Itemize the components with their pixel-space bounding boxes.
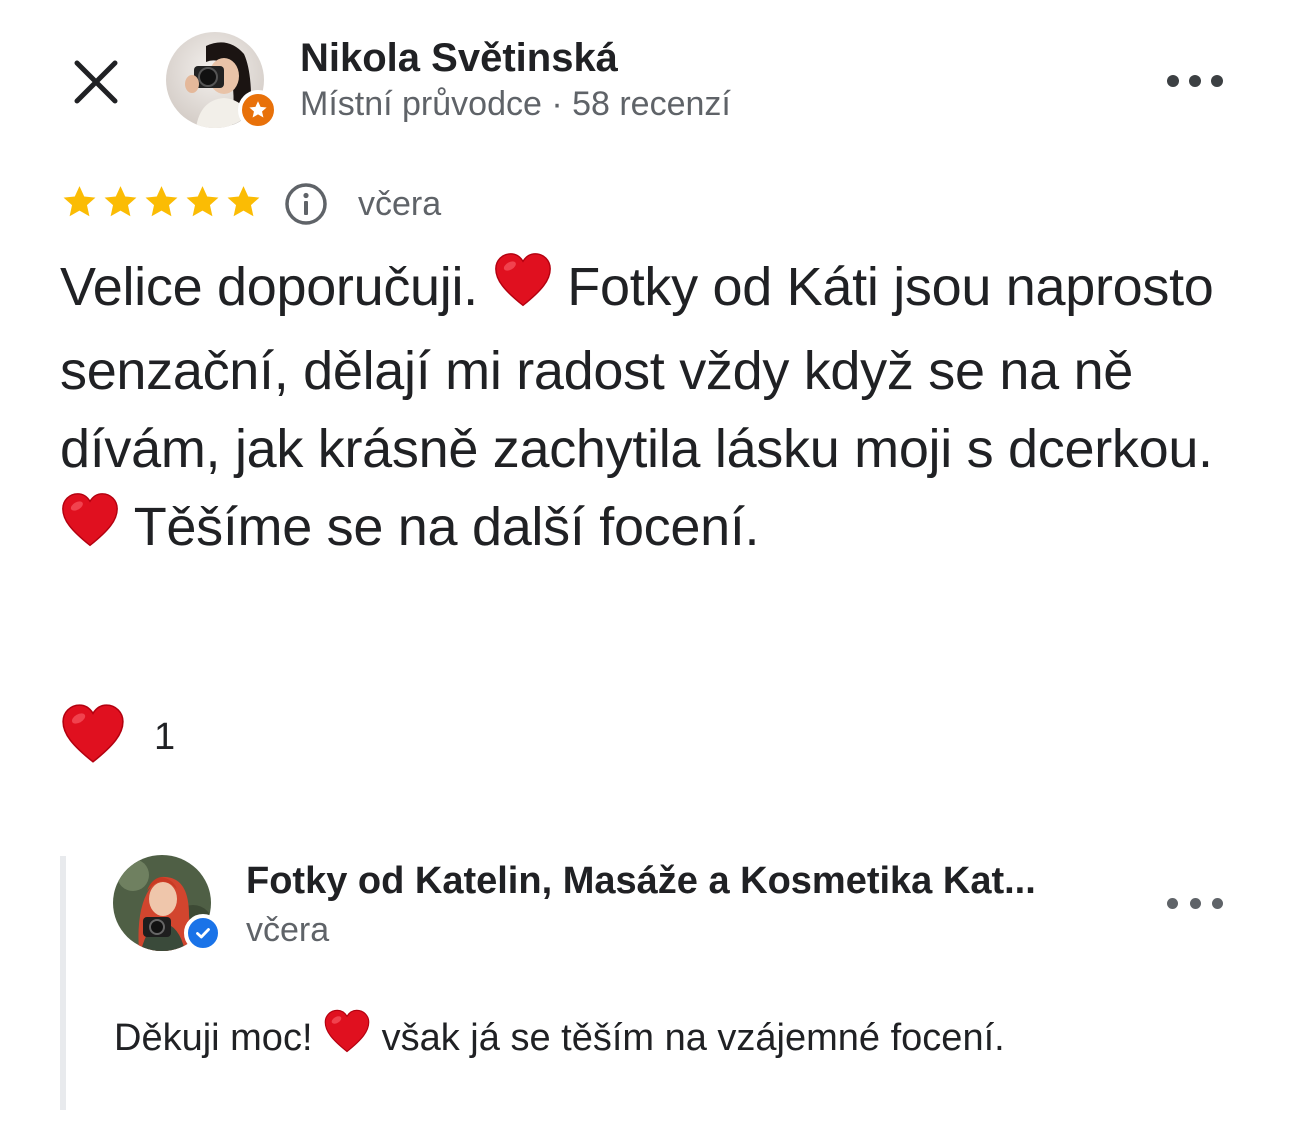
- reply-text-part: však já se těším na vzájemné focení.: [371, 1017, 1005, 1059]
- local-guide-star-icon: [249, 101, 267, 118]
- red-heart-icon: [60, 702, 126, 773]
- close-icon: [74, 60, 118, 104]
- reply-text-part: Děkuji moc!: [114, 1017, 324, 1059]
- review-more-button[interactable]: [1167, 66, 1223, 96]
- verified-check-icon: [196, 928, 210, 939]
- close-button[interactable]: [64, 50, 128, 114]
- red-heart-icon: [60, 491, 120, 572]
- reply-divider-bar: [60, 856, 66, 1110]
- star-rating: [60, 182, 263, 222]
- reviewer-name[interactable]: Nikola Světinská: [300, 34, 618, 82]
- star-icon: [142, 182, 181, 222]
- reply-date: včera: [246, 911, 330, 949]
- red-heart-icon: [323, 1008, 371, 1074]
- more-horizontal-icon: [1167, 75, 1223, 87]
- info-button[interactable]: [284, 182, 328, 226]
- heart-reaction-button[interactable]: 1: [60, 702, 175, 773]
- reviewer-meta: Místní průvodce · 58 recenzí: [300, 85, 731, 123]
- star-icon: [101, 182, 140, 222]
- info-icon: [285, 183, 327, 225]
- red-heart-icon: [493, 251, 553, 332]
- reply-more-button[interactable]: [1167, 888, 1223, 918]
- review-text: Velice doporučuji. Fotky od Káti jsou na…: [60, 248, 1240, 572]
- review-date: včera: [358, 185, 442, 223]
- verified-owner-badge: [184, 914, 222, 952]
- star-icon: [60, 182, 99, 222]
- reaction-count: 1: [154, 716, 176, 758]
- star-icon: [224, 182, 263, 222]
- star-icon: [183, 182, 222, 222]
- review-text-part: Těšíme se na další focení.: [120, 497, 760, 557]
- owner-name[interactable]: Fotky od Katelin, Masáže a Kosmetika Kat…: [246, 858, 1126, 904]
- reply-text: Děkuji moc! však já se těším na vzájemné…: [114, 1008, 1244, 1074]
- local-guide-badge: [238, 90, 278, 130]
- more-horizontal-icon: [1167, 897, 1223, 909]
- review-text-part: Velice doporučuji.: [60, 257, 493, 317]
